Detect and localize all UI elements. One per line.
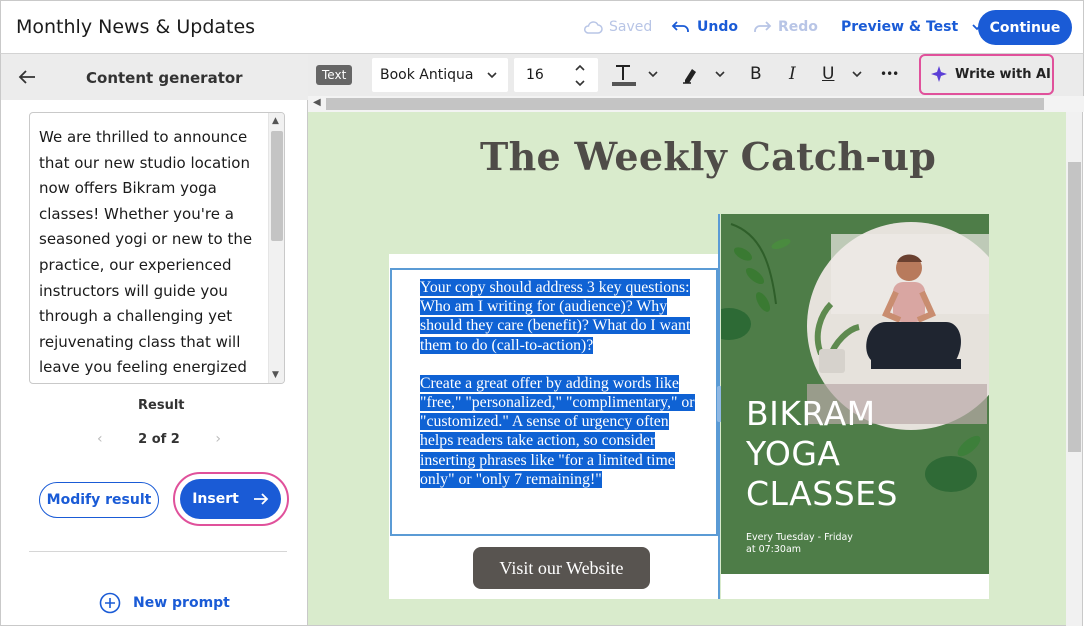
saved-label: Saved [609, 19, 653, 35]
panel-title: Content generator [86, 69, 243, 87]
new-prompt-label: New prompt [133, 595, 230, 611]
insert-label: Insert [192, 491, 239, 507]
image-column-footer [721, 574, 989, 599]
sparkle-icon [931, 66, 947, 82]
highlighter-icon[interactable] [681, 65, 701, 85]
result-label: Result [138, 398, 185, 413]
redo-button[interactable]: Redo [752, 19, 818, 35]
panel-header: Content generator [1, 54, 308, 100]
undo-icon [671, 21, 689, 32]
more-options-button[interactable]: ••• [880, 67, 899, 81]
chevron-left-icon[interactable]: ‹ [97, 431, 103, 447]
redo-icon [754, 21, 772, 32]
chevron-down-icon[interactable] [714, 70, 726, 78]
horizontal-scroll-thumb[interactable] [326, 98, 1044, 110]
yoga-heading-line-3: CLASSES [746, 474, 898, 513]
bold-button[interactable]: B [750, 64, 762, 84]
scroll-up-icon[interactable]: ▲ [272, 116, 279, 126]
italic-button[interactable]: I [789, 64, 796, 84]
result-pager: ‹ 2 of 2 › [97, 431, 221, 447]
text-toolbar: Text Book Antiqua 16 B I U ••• Write wit… [308, 54, 1084, 96]
yoga-schedule: Every Tuesday - Friday at 07:30am [746, 532, 853, 556]
document-title[interactable]: Monthly News & Updates [16, 16, 255, 38]
scroll-left-icon[interactable]: ◀ [313, 97, 321, 108]
modify-result-button[interactable]: Modify result [39, 482, 159, 518]
generated-text-scrollbar[interactable]: ▲ ▼ [268, 113, 284, 383]
insert-button[interactable]: Insert [180, 479, 281, 519]
scrollbar-thumb[interactable] [271, 131, 283, 241]
generated-text-box[interactable]: We are thrilled to announce that our new… [29, 112, 285, 384]
cloud-icon [584, 21, 603, 34]
text-color-icon[interactable] [610, 62, 636, 88]
write-with-ai-button[interactable]: Write with AI [931, 60, 1051, 88]
underline-button[interactable]: U [822, 64, 834, 84]
preview-test-button[interactable]: Preview & Test [841, 19, 984, 35]
font-family-value: Book Antiqua [380, 67, 474, 83]
chevron-down-icon[interactable] [647, 70, 659, 78]
panel-divider [29, 551, 287, 552]
vertical-scroll-thumb[interactable] [1068, 162, 1081, 452]
app-header: Monthly News & Updates Saved Undo Redo P… [0, 0, 1084, 54]
newsletter-title[interactable]: The Weekly Catch-up [480, 134, 936, 179]
canvas-vertical-scrollbar[interactable] [1066, 112, 1083, 626]
yoga-heading-line-2: YOGA [746, 434, 841, 473]
continue-button[interactable]: Continue [978, 10, 1072, 45]
chevron-down-icon [487, 72, 497, 79]
text-block-tag: Text [316, 65, 353, 85]
chevron-down-icon[interactable] [851, 70, 863, 78]
yoga-schedule-days: Every Tuesday - Friday [746, 532, 853, 543]
paragraph-2: Create a great offer by adding words lik… [420, 374, 695, 488]
yoga-promo-image[interactable]: BIKRAM YOGA CLASSES Every Tuesday - Frid… [721, 214, 989, 574]
redo-label: Redo [778, 19, 818, 35]
back-arrow-icon[interactable] [17, 67, 37, 87]
chevron-right-icon[interactable]: › [215, 431, 221, 447]
arrow-right-icon [253, 493, 269, 505]
content-generator-panel: Content generator We are thrilled to ann… [0, 54, 308, 626]
chevron-down-icon[interactable] [574, 79, 586, 87]
selected-text-block[interactable]: Your copy should address 3 key questions… [390, 268, 718, 536]
font-size-value: 16 [526, 67, 544, 83]
chevron-up-icon[interactable] [574, 64, 586, 72]
paragraph-1: Your copy should address 3 key questions… [420, 279, 691, 354]
selected-text[interactable]: Your copy should address 3 key questions… [420, 278, 702, 489]
scroll-down-icon[interactable]: ▼ [272, 370, 279, 380]
undo-button[interactable]: Undo [671, 19, 738, 35]
saved-status: Saved [583, 19, 652, 35]
font-size-stepper[interactable]: 16 [514, 58, 598, 92]
yoga-heading: BIKRAM YOGA CLASSES [746, 394, 898, 514]
plus-circle-icon [99, 592, 121, 614]
yoga-schedule-time: at 07:30am [746, 544, 802, 555]
undo-label: Undo [697, 19, 738, 35]
canvas-horizontal-scrollbar[interactable]: ◀ [308, 96, 1084, 112]
yoga-heading-line-1: BIKRAM [746, 394, 876, 433]
preview-label: Preview & Test [841, 19, 959, 35]
write-with-ai-label: Write with AI [955, 66, 1051, 82]
generated-text: We are thrilled to announce that our new… [39, 128, 253, 377]
result-count: 2 of 2 [138, 431, 180, 447]
visit-website-button[interactable]: Visit our Website [473, 547, 650, 589]
font-family-select[interactable]: Book Antiqua [372, 58, 508, 92]
new-prompt-button[interactable]: New prompt [99, 592, 230, 614]
